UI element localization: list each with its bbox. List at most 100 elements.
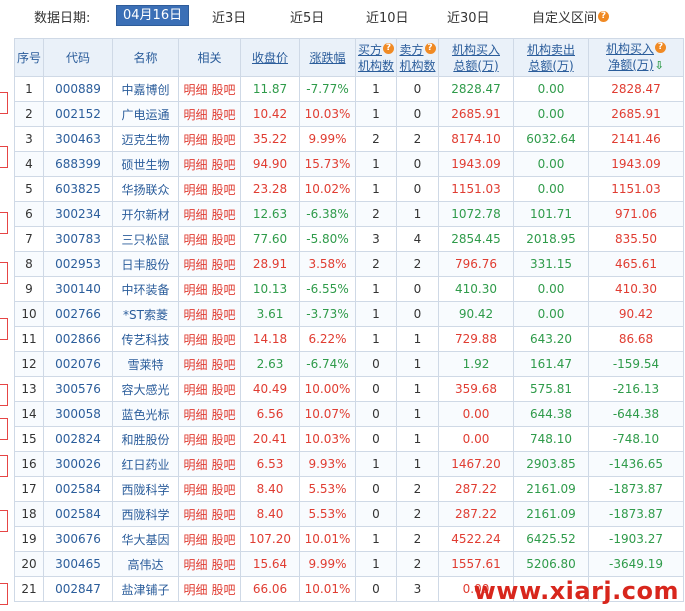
cell-code[interactable]: 002953 — [43, 251, 113, 277]
cell-name[interactable]: 和胜股份 — [112, 426, 179, 452]
left-edge-tab[interactable] — [0, 92, 8, 114]
header-sell-amount-sort[interactable]: 机构卖出 总额(万) — [513, 38, 589, 77]
cell-name[interactable]: 雪莱特 — [112, 351, 179, 377]
detail-link[interactable]: 明细 — [183, 408, 207, 422]
cell-code[interactable]: 300676 — [43, 526, 113, 552]
forum-link[interactable]: 股吧 — [212, 308, 236, 322]
forum-link[interactable]: 股吧 — [212, 383, 236, 397]
forum-link[interactable]: 股吧 — [212, 508, 236, 522]
forum-link[interactable]: 股吧 — [212, 333, 236, 347]
forum-link[interactable]: 股吧 — [212, 133, 236, 147]
cell-code[interactable]: 002847 — [43, 576, 113, 602]
detail-link[interactable]: 明细 — [183, 333, 207, 347]
cell-name[interactable]: *ST索菱 — [112, 301, 179, 327]
cell-code[interactable]: 688399 — [43, 151, 113, 177]
cell-code[interactable]: 300465 — [43, 551, 113, 577]
cell-name[interactable]: 华扬联众 — [112, 176, 179, 202]
left-edge-tab[interactable] — [0, 455, 8, 477]
cell-code[interactable]: 002584 — [43, 501, 113, 527]
forum-link[interactable]: 股吧 — [212, 83, 236, 97]
detail-link[interactable]: 明细 — [183, 283, 207, 297]
cell-code[interactable]: 002866 — [43, 326, 113, 352]
help-icon[interactable]: ? — [424, 42, 436, 54]
forum-link[interactable]: 股吧 — [212, 283, 236, 297]
cell-code[interactable]: 000889 — [43, 76, 113, 102]
header-sellers-sort[interactable]: 卖方? 机构数 — [396, 38, 439, 77]
detail-link[interactable]: 明细 — [183, 258, 207, 272]
detail-link[interactable]: 明细 — [183, 583, 207, 597]
cell-name[interactable]: 开尔新材 — [112, 201, 179, 227]
cell-name[interactable]: 蓝色光标 — [112, 401, 179, 427]
left-edge-tab[interactable] — [0, 212, 8, 234]
cell-name[interactable]: 广电运通 — [112, 101, 179, 127]
detail-link[interactable]: 明细 — [183, 533, 207, 547]
detail-link[interactable]: 明细 — [183, 158, 207, 172]
cell-name[interactable]: 传艺科技 — [112, 326, 179, 352]
cell-code[interactable]: 300058 — [43, 401, 113, 427]
cell-code[interactable]: 300026 — [43, 451, 113, 477]
forum-link[interactable]: 股吧 — [212, 533, 236, 547]
forum-link[interactable]: 股吧 — [212, 183, 236, 197]
cell-code[interactable]: 300140 — [43, 276, 113, 302]
forum-link[interactable]: 股吧 — [212, 358, 236, 372]
cell-name[interactable]: 迈克生物 — [112, 126, 179, 152]
help-icon[interactable]: ? — [383, 42, 394, 54]
detail-link[interactable]: 明细 — [183, 308, 207, 322]
cell-name[interactable]: 中环装备 — [112, 276, 179, 302]
cell-name[interactable]: 红日药业 — [112, 451, 179, 477]
cell-code[interactable]: 300463 — [43, 126, 113, 152]
left-edge-tab[interactable] — [0, 146, 8, 168]
date-option-5d[interactable]: 近5日 — [290, 7, 324, 26]
forum-link[interactable]: 股吧 — [212, 108, 236, 122]
cell-name[interactable]: 日丰股份 — [112, 251, 179, 277]
date-option-10d[interactable]: 近10日 — [366, 7, 409, 26]
detail-link[interactable]: 明细 — [183, 433, 207, 447]
header-close-sort[interactable]: 收盘价 — [240, 38, 300, 77]
detail-link[interactable]: 明细 — [183, 358, 207, 372]
forum-link[interactable]: 股吧 — [212, 458, 236, 472]
left-edge-tab[interactable] — [0, 583, 8, 605]
cell-name[interactable]: 西陇科学 — [112, 501, 179, 527]
date-option-custom[interactable]: 自定义区间? — [532, 7, 610, 26]
cell-code[interactable]: 300783 — [43, 226, 113, 252]
left-edge-tab[interactable] — [0, 510, 8, 532]
help-icon[interactable]: ? — [655, 42, 666, 53]
cell-name[interactable]: 中嘉博创 — [112, 76, 179, 102]
forum-link[interactable]: 股吧 — [212, 558, 236, 572]
detail-link[interactable]: 明细 — [183, 458, 207, 472]
left-edge-tab[interactable] — [0, 318, 8, 340]
detail-link[interactable]: 明细 — [183, 133, 207, 147]
forum-link[interactable]: 股吧 — [212, 208, 236, 222]
cell-code[interactable]: 002824 — [43, 426, 113, 452]
detail-link[interactable]: 明细 — [183, 208, 207, 222]
forum-link[interactable]: 股吧 — [212, 233, 236, 247]
forum-link[interactable]: 股吧 — [212, 583, 236, 597]
cell-name[interactable]: 盐津铺子 — [112, 576, 179, 602]
cell-name[interactable]: 西陇科学 — [112, 476, 179, 502]
help-icon[interactable]: ? — [598, 11, 610, 22]
left-edge-tab[interactable] — [0, 418, 8, 440]
detail-link[interactable]: 明细 — [183, 483, 207, 497]
left-edge-tab[interactable] — [0, 384, 8, 406]
cell-code[interactable]: 300576 — [43, 376, 113, 402]
cell-name[interactable]: 容大感光 — [112, 376, 179, 402]
date-option-3d[interactable]: 近3日 — [212, 7, 246, 26]
header-buy-amount-sort[interactable]: 机构买入 总额(万) — [438, 38, 514, 77]
header-buyers-sort[interactable]: 买方? 机构数 — [355, 38, 397, 77]
forum-link[interactable]: 股吧 — [212, 258, 236, 272]
cell-name[interactable]: 硕世生物 — [112, 151, 179, 177]
date-option-30d[interactable]: 近30日 — [447, 7, 490, 26]
cell-code[interactable]: 002152 — [43, 101, 113, 127]
cell-code[interactable]: 002076 — [43, 351, 113, 377]
cell-code[interactable]: 603825 — [43, 176, 113, 202]
header-net-amount-sort[interactable]: 机构买入? 净额(万)⇩ — [588, 38, 684, 77]
detail-link[interactable]: 明细 — [183, 383, 207, 397]
forum-link[interactable]: 股吧 — [212, 408, 236, 422]
cell-name[interactable]: 三只松鼠 — [112, 226, 179, 252]
forum-link[interactable]: 股吧 — [212, 158, 236, 172]
cell-name[interactable]: 华大基因 — [112, 526, 179, 552]
forum-link[interactable]: 股吧 — [212, 433, 236, 447]
detail-link[interactable]: 明细 — [183, 183, 207, 197]
header-change-sort[interactable]: 涨跌幅 — [299, 38, 356, 77]
cell-code[interactable]: 300234 — [43, 201, 113, 227]
